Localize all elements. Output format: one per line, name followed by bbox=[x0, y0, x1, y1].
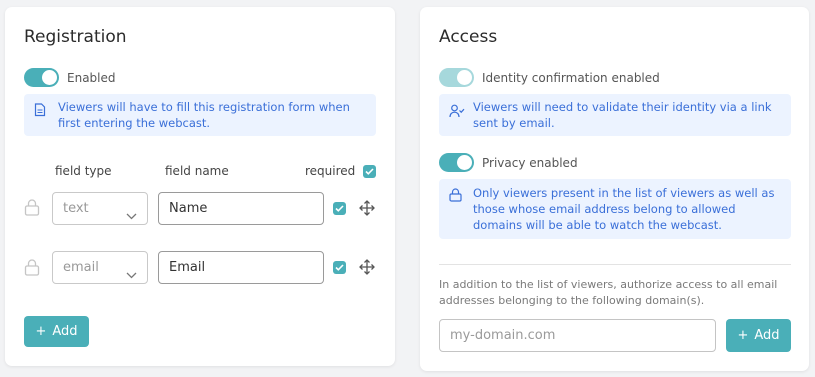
domain-note: In addition to the list of viewers, auth… bbox=[439, 278, 778, 307]
privacy-toggle[interactable] bbox=[439, 153, 474, 172]
chevron-down-icon bbox=[126, 205, 137, 224]
access-title: Access bbox=[439, 27, 498, 47]
privacy-info-box: Only viewers present in the list of view… bbox=[439, 179, 791, 239]
registration-info-box: Viewers will have to fill this registrat… bbox=[24, 94, 376, 136]
privacy-info-text: Only viewers present in the list of view… bbox=[473, 186, 775, 232]
domain-input[interactable] bbox=[439, 319, 716, 352]
required-checkbox-email[interactable] bbox=[333, 261, 346, 274]
identity-toggle[interactable] bbox=[439, 68, 474, 87]
plus-icon: + bbox=[35, 324, 47, 339]
add-field-button[interactable]: + Add bbox=[24, 316, 89, 347]
header-field-type: field type bbox=[55, 164, 112, 178]
field-type-select-text[interactable]: text bbox=[52, 192, 148, 225]
identity-info-text: Viewers will need to validate their iden… bbox=[473, 100, 772, 130]
enabled-label: Enabled bbox=[67, 71, 116, 85]
required-checkbox-name[interactable] bbox=[333, 202, 346, 215]
header-field-name: field name bbox=[165, 164, 229, 178]
identity-label: Identity confirmation enabled bbox=[482, 71, 660, 85]
header-required: required bbox=[305, 164, 356, 178]
lock-icon bbox=[449, 188, 462, 206]
field-type-value: email bbox=[63, 260, 99, 275]
add-field-label: Add bbox=[52, 324, 78, 339]
divider bbox=[439, 264, 791, 265]
toggle-knob bbox=[42, 70, 57, 85]
lock-icon bbox=[24, 198, 40, 220]
toggle-knob bbox=[457, 155, 472, 170]
identity-info-box: Viewers will need to validate their iden… bbox=[439, 94, 791, 136]
field-type-select-email[interactable]: email bbox=[52, 251, 148, 284]
add-domain-button[interactable]: + Add bbox=[726, 319, 791, 352]
document-icon bbox=[34, 103, 46, 121]
field-name-input-email[interactable] bbox=[158, 251, 324, 284]
move-handle-icon[interactable] bbox=[359, 259, 375, 279]
lock-icon bbox=[24, 258, 40, 280]
required-all-checkbox[interactable] bbox=[363, 165, 376, 178]
registration-card: Registration Enabled Viewers will have t… bbox=[5, 7, 395, 366]
field-type-value: text bbox=[63, 201, 89, 216]
user-check-icon bbox=[449, 104, 465, 122]
registration-info-text: Viewers will have to fill this registrat… bbox=[58, 100, 350, 130]
enabled-toggle[interactable] bbox=[24, 68, 59, 87]
chevron-down-icon bbox=[126, 264, 137, 283]
registration-title: Registration bbox=[24, 27, 127, 47]
add-domain-label: Add bbox=[754, 328, 780, 343]
privacy-label: Privacy enabled bbox=[482, 156, 578, 170]
move-handle-icon[interactable] bbox=[359, 200, 375, 220]
access-card: Access Identity confirmation enabled Vie… bbox=[420, 7, 809, 371]
toggle-knob bbox=[457, 70, 472, 85]
field-name-input-name[interactable] bbox=[158, 192, 324, 225]
plus-icon: + bbox=[737, 328, 749, 343]
